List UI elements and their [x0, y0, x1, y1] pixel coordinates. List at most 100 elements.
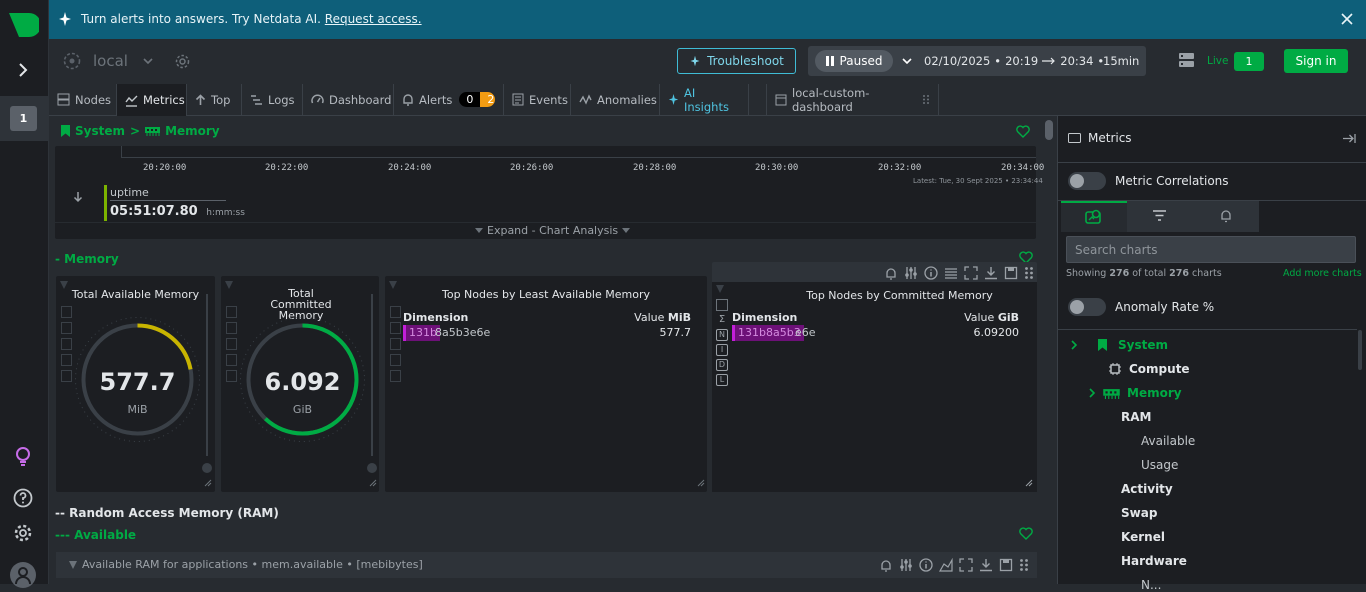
- date-range-picker[interactable]: 02/10/2025 • 20:19 20:34 •: [924, 54, 1104, 68]
- save-icon[interactable]: [1004, 266, 1018, 280]
- table-row[interactable]: 131b8a5b3 e6e 6.09200: [732, 325, 1019, 341]
- live-label: Live: [1207, 55, 1229, 67]
- start-time: 20:19: [1005, 54, 1039, 68]
- tree-item-partial[interactable]: N...: [1141, 578, 1161, 592]
- add-more-charts-link[interactable]: Add more charts: [1283, 268, 1362, 279]
- anomalies-icon: [579, 93, 592, 105]
- space-badge[interactable]: 1: [10, 106, 37, 131]
- resize-handle-icon[interactable]: [369, 479, 377, 487]
- sliders-icon[interactable]: [904, 266, 918, 280]
- tree-item-compute[interactable]: Compute: [1108, 362, 1190, 376]
- chart-pin-icon[interactable]: [68, 560, 78, 570]
- help-icon[interactable]: [13, 488, 33, 508]
- download-icon[interactable]: [979, 558, 993, 572]
- close-banner-icon[interactable]: [1341, 13, 1353, 25]
- collapse-panel-icon[interactable]: [1342, 133, 1356, 144]
- metric-correlations-toggle[interactable]: [1068, 172, 1106, 190]
- table-view-icon[interactable]: [944, 266, 958, 280]
- letter-d[interactable]: D: [716, 359, 728, 371]
- tree-item-system[interactable]: System: [1070, 338, 1168, 352]
- alert-bell-icon[interactable]: [884, 266, 898, 280]
- drag-handle-icon[interactable]: [1019, 558, 1029, 572]
- drag-handle-icon[interactable]: [922, 94, 930, 105]
- alert-bell-icon[interactable]: [879, 558, 893, 572]
- tree-item-ram[interactable]: RAM: [1121, 410, 1151, 424]
- tab-ai-insights[interactable]: AI Insights: [660, 84, 749, 115]
- drag-handle-icon[interactable]: [1024, 266, 1034, 280]
- search-charts-input[interactable]: Search charts: [1066, 236, 1356, 263]
- info-icon[interactable]: [919, 558, 933, 572]
- chart-pin-icon[interactable]: [715, 284, 725, 294]
- tree-item-memory[interactable]: Memory: [1088, 386, 1182, 400]
- netdata-logo[interactable]: [7, 11, 39, 39]
- node-dropdown-chevron-icon[interactable]: [143, 58, 153, 64]
- tab-anomalies[interactable]: Anomalies: [571, 84, 660, 115]
- tree-item-kernel[interactable]: Kernel: [1121, 530, 1165, 544]
- tab-alerts-panel[interactable]: [1193, 201, 1259, 232]
- troubleshoot-button[interactable]: Troubleshoot: [677, 48, 796, 74]
- tree-scrollbar-thumb[interactable]: [1358, 330, 1362, 370]
- heart-icon[interactable]: [1019, 527, 1033, 540]
- request-access-link[interactable]: Request access.: [325, 12, 422, 26]
- area-chart-icon[interactable]: [939, 558, 953, 572]
- tab-bar: Nodes Metrics Top Logs Dashboard Alerts …: [49, 84, 1366, 116]
- download-icon[interactable]: [984, 266, 998, 280]
- info-icon[interactable]: [924, 266, 938, 280]
- gauge-scrollbar: [371, 294, 373, 456]
- server-rack-icon[interactable]: [1178, 52, 1195, 69]
- lightbulb-icon[interactable]: [13, 446, 33, 468]
- tab-chart-index[interactable]: [1061, 201, 1127, 232]
- expand-sidebar-icon[interactable]: [17, 62, 29, 78]
- tree-item-activity[interactable]: Activity: [1121, 482, 1173, 496]
- user-avatar-icon[interactable]: [10, 562, 36, 588]
- sign-in-button[interactable]: Sign in: [1284, 49, 1348, 73]
- letter-i[interactable]: I: [716, 344, 728, 356]
- table-row[interactable]: 131b 8a5b3e6e 577.7: [403, 325, 691, 341]
- tab-filters[interactable]: [1127, 201, 1193, 232]
- tree-item-available[interactable]: Available: [1141, 434, 1195, 448]
- heart-icon[interactable]: [1016, 125, 1030, 138]
- main-scrollbar-thumb[interactable]: [1045, 120, 1053, 140]
- anomaly-rate-toggle[interactable]: [1068, 298, 1106, 316]
- letter-n[interactable]: N: [716, 329, 728, 341]
- tree-item-swap[interactable]: Swap: [1121, 506, 1157, 520]
- tab-local-custom-dashboard[interactable]: local-custom-dashboard: [767, 84, 939, 115]
- tree-item-hardware[interactable]: Hardware: [1121, 554, 1187, 568]
- tab-top[interactable]: Top: [187, 84, 242, 115]
- paused-button[interactable]: Paused: [815, 50, 893, 72]
- breadcrumb-system[interactable]: System: [75, 124, 125, 138]
- uptime-color-bar: [104, 185, 107, 221]
- resize-handle-icon[interactable]: [1025, 479, 1033, 487]
- section-memory-heading: - Memory: [55, 252, 119, 266]
- settings-gear-icon[interactable]: [13, 523, 33, 543]
- playback-dropdown-icon[interactable]: [902, 58, 912, 64]
- fullscreen-icon[interactable]: [959, 558, 973, 572]
- time-tick: 20:32:00: [878, 163, 922, 173]
- tree-item-usage[interactable]: Usage: [1141, 458, 1178, 472]
- resize-handle-icon[interactable]: [697, 479, 705, 487]
- tab-logs[interactable]: Logs: [242, 84, 303, 115]
- tab-nodes[interactable]: Nodes: [49, 84, 117, 115]
- sum-letter[interactable]: Σ: [716, 314, 728, 326]
- arrow-down-icon[interactable]: [73, 191, 83, 203]
- tab-alerts[interactable]: Alerts 0 2: [394, 84, 504, 115]
- tab-dashboard[interactable]: Dashboard: [303, 84, 394, 115]
- tab-metrics[interactable]: Metrics: [117, 84, 187, 116]
- node-selector[interactable]: local: [93, 52, 128, 70]
- resize-handle-icon[interactable]: [204, 479, 212, 487]
- chart-pin-icon[interactable]: [224, 280, 234, 290]
- breadcrumb-memory[interactable]: Memory: [165, 124, 220, 138]
- live-count-badge[interactable]: 1: [1234, 52, 1264, 71]
- fullscreen-icon[interactable]: [964, 266, 978, 280]
- tab-label: Nodes: [75, 92, 112, 107]
- chevron-down-icon: [475, 227, 483, 233]
- value-header: Value GiB: [964, 311, 1019, 324]
- save-icon[interactable]: [999, 558, 1013, 572]
- tab-events[interactable]: Events: [504, 84, 571, 115]
- letter-l[interactable]: L: [716, 374, 728, 386]
- main-content: System > Memory 20:20:00 20:22:00 20:24:…: [49, 116, 1056, 584]
- node-settings-icon[interactable]: [175, 54, 190, 69]
- expand-chart-analysis[interactable]: Expand - Chart Analysis: [475, 224, 631, 237]
- duration-label[interactable]: 15min: [1103, 54, 1139, 68]
- sliders-icon[interactable]: [899, 558, 913, 572]
